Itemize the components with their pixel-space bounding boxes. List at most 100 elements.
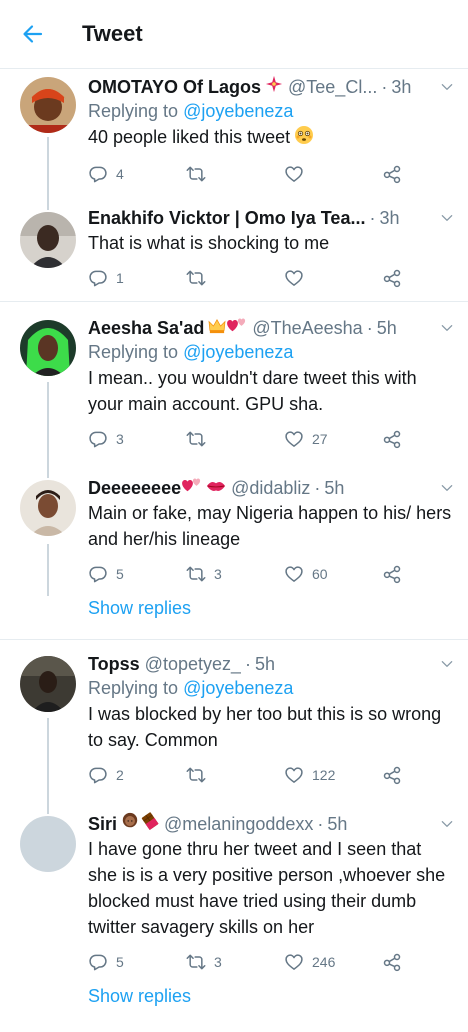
timestamp[interactable]: 3h (379, 206, 399, 230)
reply-button[interactable]: 5 (88, 564, 186, 584)
like-button[interactable]: 122 (284, 765, 382, 785)
mention-link[interactable]: @joyebeneza (183, 101, 293, 121)
like-button[interactable] (284, 268, 382, 288)
avatar[interactable] (20, 816, 76, 872)
thread-connector (47, 464, 49, 478)
top-app-bar: Tweet (0, 0, 468, 69)
thread-connector (47, 202, 49, 210)
avatar[interactable] (20, 656, 76, 712)
retweet-button[interactable] (186, 765, 284, 785)
replies-list: OMOTAYO Of Lagos @Tee_Cl... · 3h Replyin… (0, 69, 468, 1032)
share-button[interactable] (382, 564, 422, 584)
share-icon (382, 765, 402, 785)
retweet-button[interactable]: 3 (186, 564, 284, 584)
heart-icon (284, 268, 304, 288)
thread-connector (47, 544, 49, 596)
back-button[interactable] (18, 19, 48, 49)
avatar[interactable] (20, 77, 76, 133)
show-replies-link[interactable]: Show replies (88, 596, 454, 620)
avatar[interactable] (20, 320, 76, 376)
display-name[interactable]: Deeeeeeee (88, 476, 181, 500)
avatar[interactable] (20, 212, 76, 268)
retweet-icon (186, 164, 206, 184)
page-title: Tweet (82, 21, 143, 46)
retweet-button[interactable] (186, 268, 284, 288)
timestamp[interactable]: 5h (327, 812, 347, 836)
mention-link[interactable]: @joyebeneza (183, 342, 293, 362)
username[interactable]: @TheAeesha (252, 316, 362, 340)
timestamp[interactable]: 3h (391, 75, 411, 99)
tweet[interactable]: Topss @topetyez_ · 5h Replying to @joyeb… (0, 640, 468, 802)
reply-button[interactable]: 4 (88, 164, 186, 184)
show-replies-link[interactable]: Show replies (88, 984, 454, 1008)
display-name[interactable]: Aeesha Sa'ad (88, 316, 204, 340)
heart-icon (284, 952, 304, 972)
like-button[interactable]: 27 (284, 429, 382, 449)
share-button[interactable] (382, 765, 422, 785)
tweet-actions: 4 (88, 152, 454, 196)
retweet-button[interactable]: 3 (186, 952, 284, 972)
chevron-down-icon[interactable] (434, 657, 454, 671)
share-icon (382, 429, 402, 449)
like-button[interactable]: 246 (284, 952, 382, 972)
tweet[interactable]: Siri @melaningoddexx · 5h I have gone th… (0, 802, 468, 1032)
display-name[interactable]: Topss (88, 652, 140, 676)
timestamp[interactable]: 5h (255, 652, 275, 676)
retweet-button[interactable] (186, 164, 284, 184)
share-icon (382, 164, 402, 184)
share-button[interactable] (382, 952, 422, 972)
tweet[interactable]: OMOTAYO Of Lagos @Tee_Cl... · 3h Replyin… (0, 69, 468, 202)
chevron-down-icon[interactable] (434, 211, 454, 225)
reply-icon (88, 429, 108, 449)
reply-count: 5 (116, 954, 124, 970)
share-button[interactable] (382, 268, 422, 288)
tweet-text: I have gone thru her tweet and I seen th… (88, 839, 446, 937)
tweet-actions: 2 122 (88, 753, 454, 797)
tweet-actions: 1 (88, 256, 454, 300)
chevron-down-icon[interactable] (434, 817, 454, 831)
avatar[interactable] (20, 480, 76, 536)
timestamp[interactable]: 5h (324, 476, 344, 500)
display-name[interactable]: Enakhifo Vicktor | Omo Iya Tea... (88, 206, 365, 230)
chevron-down-icon[interactable] (434, 481, 454, 495)
thread-connector (47, 137, 49, 202)
thread-connector (47, 382, 49, 464)
reply-button[interactable]: 1 (88, 268, 186, 288)
reply-button[interactable]: 3 (88, 429, 186, 449)
reply-button[interactable]: 2 (88, 765, 186, 785)
retweet-button[interactable] (186, 429, 284, 449)
heart-icon (284, 164, 304, 184)
arrow-left-icon (23, 25, 43, 43)
username[interactable]: @melaningoddexx (164, 812, 313, 836)
replying-to: Replying to @joyebeneza (88, 101, 294, 121)
retweet-icon (186, 765, 206, 785)
tweet[interactable]: Aeesha Sa'ad @TheAeesha · 5h Replying to… (0, 302, 468, 464)
timestamp[interactable]: 5h (377, 316, 397, 340)
like-count: 60 (312, 566, 328, 582)
retweet-icon (186, 952, 206, 972)
tweet[interactable]: Deeeeeeee @didabliz · 5h Main or fake, m… (0, 464, 468, 640)
like-button[interactable]: 60 (284, 564, 382, 584)
tweet[interactable]: Enakhifo Vicktor | Omo Iya Tea... · 3h T… (0, 202, 468, 302)
reply-button[interactable]: 5 (88, 952, 186, 972)
like-count: 246 (312, 954, 336, 970)
reply-icon (88, 765, 108, 785)
username[interactable]: @didabliz (231, 476, 310, 500)
retweet-icon (186, 564, 206, 584)
chocolate-emoji-icon (141, 812, 159, 836)
chevron-down-icon[interactable] (434, 321, 454, 335)
mention-link[interactable]: @joyebeneza (183, 678, 293, 698)
share-icon (382, 952, 402, 972)
username[interactable]: @Tee_Cl... (288, 75, 377, 99)
share-button[interactable] (382, 429, 422, 449)
display-name[interactable]: OMOTAYO Of Lagos (88, 75, 261, 99)
chevron-down-icon[interactable] (434, 80, 454, 94)
woman-emoji-icon (121, 812, 139, 836)
share-button[interactable] (382, 164, 422, 184)
username[interactable]: @topetyez_ (145, 652, 241, 676)
display-name[interactable]: Siri (88, 812, 117, 836)
share-icon (382, 268, 402, 288)
retweet-count: 3 (214, 566, 222, 582)
like-button[interactable] (284, 164, 382, 184)
crown-emoji-icon (208, 316, 226, 340)
